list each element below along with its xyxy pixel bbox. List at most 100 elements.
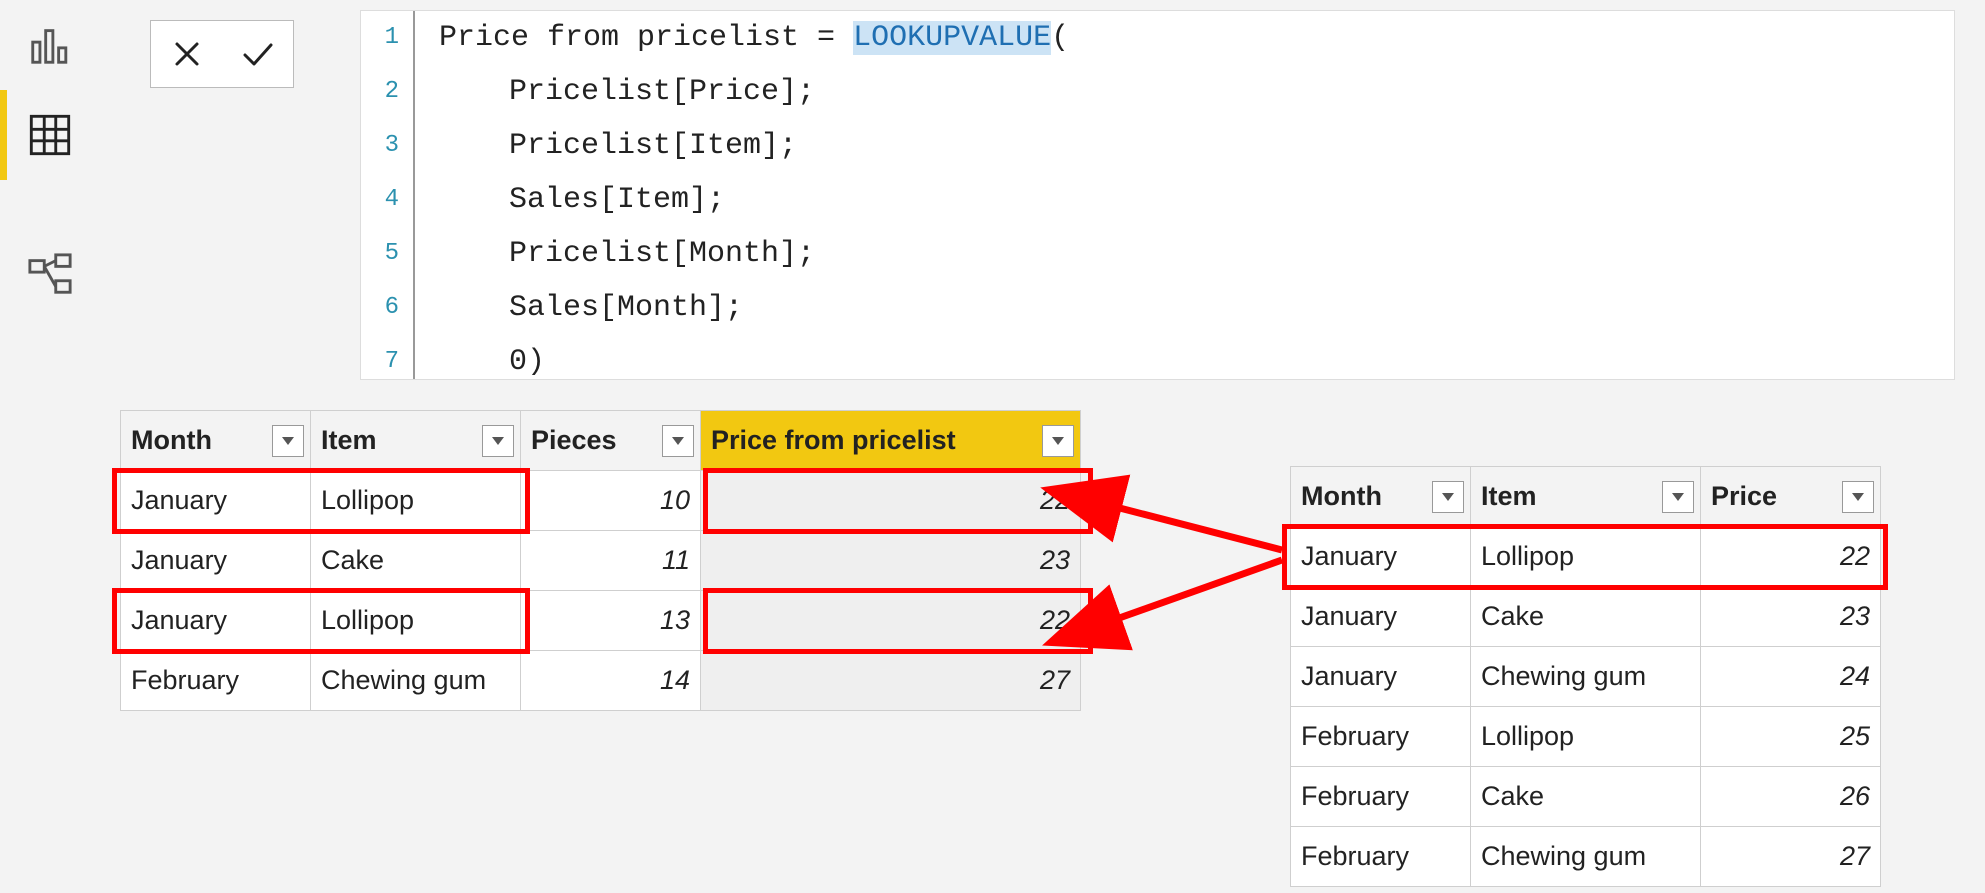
gutter-divider	[413, 335, 415, 380]
dax-line[interactable]: 5 Pricelist[Month];	[361, 227, 1954, 281]
cell[interactable]: Lollipop	[1471, 707, 1701, 767]
column-header-item[interactable]: Item	[1471, 467, 1701, 527]
table-row[interactable]: JanuaryLollipop1022	[121, 471, 1081, 531]
filter-dropdown-button[interactable]	[1662, 481, 1694, 513]
table-row[interactable]: JanuaryChewing gum24	[1291, 647, 1881, 707]
cell[interactable]: 25	[1701, 707, 1881, 767]
column-header-price-from-pricelist[interactable]: Price from pricelist	[701, 411, 1081, 471]
table-row[interactable]: FebruaryCake26	[1291, 767, 1881, 827]
bar-chart-icon	[27, 22, 73, 68]
dax-line[interactable]: 1 Price from pricelist = LOOKUPVALUE(	[361, 11, 1954, 65]
cell[interactable]: Lollipop	[311, 471, 521, 531]
dax-token: (	[1051, 21, 1069, 55]
column-header-month[interactable]: Month	[121, 411, 311, 471]
table-row[interactable]: FebruaryChewing gum27	[1291, 827, 1881, 887]
model-view-button[interactable]	[0, 230, 100, 320]
cell[interactable]: 22	[701, 471, 1081, 531]
cell[interactable]: 22	[1701, 527, 1881, 587]
cell[interactable]: February	[1291, 827, 1471, 887]
line-number: 3	[365, 124, 413, 167]
cell[interactable]: 23	[1701, 587, 1881, 647]
cell[interactable]: Chewing gum	[1471, 647, 1701, 707]
dax-line[interactable]: 3 Pricelist[Item];	[361, 119, 1954, 173]
cell[interactable]: Cake	[1471, 587, 1701, 647]
cell[interactable]: February	[121, 651, 311, 711]
dax-token: 0)	[509, 345, 545, 379]
table-row[interactable]: JanuaryCake1123	[121, 531, 1081, 591]
gutter-divider	[413, 65, 415, 119]
gutter-divider	[413, 281, 415, 335]
table-row[interactable]: JanuaryCake23	[1291, 587, 1881, 647]
cell[interactable]: January	[1291, 527, 1471, 587]
dax-code[interactable]: Pricelist[Price];	[439, 65, 815, 119]
dax-line[interactable]: 70)	[361, 335, 1954, 380]
cell[interactable]: Cake	[311, 531, 521, 591]
lookup-arrows	[1090, 470, 1290, 640]
gutter-divider	[413, 11, 415, 65]
dax-code[interactable]: Sales[Month];	[439, 281, 743, 335]
cell[interactable]: January	[121, 591, 311, 651]
cell[interactable]: 22	[701, 591, 1081, 651]
cell[interactable]: Chewing gum	[1471, 827, 1701, 887]
cell[interactable]: January	[121, 531, 311, 591]
filter-dropdown-button[interactable]	[662, 425, 694, 457]
cell[interactable]: 24	[1701, 647, 1881, 707]
filter-dropdown-button[interactable]	[272, 425, 304, 457]
cell[interactable]: Chewing gum	[311, 651, 521, 711]
line-number: 6	[365, 286, 413, 329]
column-header-pieces[interactable]: Pieces	[521, 411, 701, 471]
line-number: 5	[365, 232, 413, 275]
dax-code[interactable]: Pricelist[Item];	[439, 119, 797, 173]
dax-function-token: LOOKUPVALUE	[853, 21, 1051, 55]
filter-dropdown-button[interactable]	[1842, 481, 1874, 513]
dax-line[interactable]: 2Pricelist[Price];	[361, 65, 1954, 119]
line-number: 4	[365, 178, 413, 221]
column-header-price[interactable]: Price	[1701, 467, 1881, 527]
dax-code[interactable]: 0)	[439, 335, 545, 380]
cell[interactable]: 14	[521, 651, 701, 711]
dax-code[interactable]: Price from pricelist = LOOKUPVALUE(	[439, 11, 1069, 65]
data-view-button[interactable]	[0, 90, 100, 180]
data-grid-icon	[27, 112, 73, 158]
report-view-button[interactable]	[0, 0, 100, 90]
dax-code[interactable]: Pricelist[Month];	[439, 227, 815, 281]
table-row[interactable]: FebruaryLollipop25	[1291, 707, 1881, 767]
table-row[interactable]: JanuaryLollipop1322	[121, 591, 1081, 651]
cell[interactable]: 26	[1701, 767, 1881, 827]
dax-token: Sales[Month];	[509, 291, 743, 325]
column-header-month[interactable]: Month	[1291, 467, 1471, 527]
cell[interactable]: 27	[701, 651, 1081, 711]
cell[interactable]: 10	[521, 471, 701, 531]
table-row[interactable]: FebruaryChewing gum1427	[121, 651, 1081, 711]
cell[interactable]: Lollipop	[311, 591, 521, 651]
dax-code[interactable]: Sales[Item];	[439, 173, 725, 227]
cell[interactable]: January	[1291, 647, 1471, 707]
dax-line[interactable]: 4 Sales[Item];	[361, 173, 1954, 227]
cell[interactable]: 27	[1701, 827, 1881, 887]
pricelist-table: Month Item Price JanuaryLollipop22Januar…	[1290, 466, 1881, 887]
cell[interactable]: Lollipop	[1471, 527, 1701, 587]
chevron-down-icon	[1671, 492, 1685, 502]
filter-dropdown-button[interactable]	[482, 425, 514, 457]
cell[interactable]: 11	[521, 531, 701, 591]
cell[interactable]: February	[1291, 767, 1471, 827]
dax-line[interactable]: 6 Sales[Month];	[361, 281, 1954, 335]
cell[interactable]: January	[1291, 587, 1471, 647]
line-number: 1	[365, 16, 413, 59]
filter-dropdown-button[interactable]	[1042, 425, 1074, 457]
sales-table: Month Item Pieces Price from pricelist J…	[120, 410, 1081, 711]
commit-formula-button[interactable]	[222, 21, 293, 87]
column-header-item[interactable]: Item	[311, 411, 521, 471]
filter-dropdown-button[interactable]	[1432, 481, 1464, 513]
gutter-divider	[413, 173, 415, 227]
chevron-down-icon	[281, 436, 295, 446]
cell[interactable]: Cake	[1471, 767, 1701, 827]
table-row[interactable]: JanuaryLollipop22	[1291, 527, 1881, 587]
cancel-formula-button[interactable]	[151, 21, 222, 87]
cell[interactable]: 23	[701, 531, 1081, 591]
dax-formula-editor[interactable]: 1 Price from pricelist = LOOKUPVALUE(2Pri…	[360, 10, 1955, 380]
gutter-divider	[413, 119, 415, 173]
cell[interactable]: 13	[521, 591, 701, 651]
cell[interactable]: February	[1291, 707, 1471, 767]
cell[interactable]: January	[121, 471, 311, 531]
